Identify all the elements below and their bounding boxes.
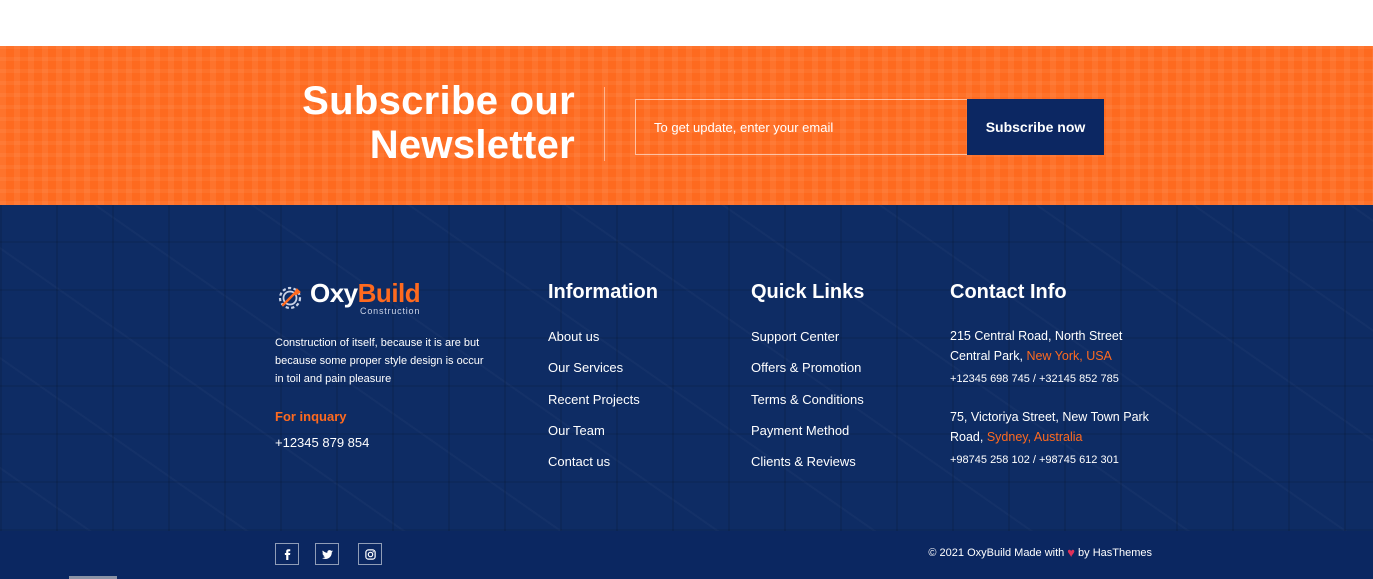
footer-link-label[interactable]: Payment Method <box>751 423 849 438</box>
instagram-glyph <box>364 548 376 560</box>
footer-link-terms-conditions[interactable]: Terms & Conditions <box>751 392 864 423</box>
quick-links-list: Support Center Offers & Promotion Terms … <box>751 329 864 485</box>
footer-brand: OxyBuild Construction <box>275 278 421 316</box>
address-city-highlight: Sydney, Australia <box>986 430 1083 444</box>
address-prefix: Road, <box>950 430 984 444</box>
newsletter-section: Subscribe our Newsletter Subscribe now <box>0 46 1373 205</box>
contact-address-sydney: 75, Victoriya Street, New Town Park Road… <box>950 407 1149 470</box>
footer-link-offers-promotion[interactable]: Offers & Promotion <box>751 360 864 391</box>
address-phones[interactable]: +12345 698 745 / +32145 852 785 <box>950 369 1122 389</box>
address-line: Central Park, New York, USA <box>950 346 1122 366</box>
footer-link-label[interactable]: Support Center <box>751 329 839 344</box>
address-city-highlight: New York, USA <box>1026 349 1112 363</box>
footer-link-label[interactable]: Contact us <box>548 454 610 469</box>
footer-link-clients-reviews[interactable]: Clients & Reviews <box>751 454 864 485</box>
copyright-suffix[interactable]: by HasThemes <box>1078 547 1152 559</box>
footer-link-recent-projects[interactable]: Recent Projects <box>548 392 640 423</box>
footer-link-label[interactable]: Clients & Reviews <box>751 454 856 469</box>
footer-link-contact-us[interactable]: Contact us <box>548 454 640 485</box>
address-phones[interactable]: +98745 258 102 / +98745 612 301 <box>950 450 1149 470</box>
inquiry-label: For inquary <box>275 409 347 424</box>
footer-link-label[interactable]: Our Team <box>548 423 605 438</box>
footer-link-label[interactable]: Recent Projects <box>548 392 640 407</box>
footer-link-about-us[interactable]: About us <box>548 329 640 360</box>
information-links: About us Our Services Recent Projects Ou… <box>548 329 640 485</box>
subscribe-button[interactable]: Subscribe now <box>967 99 1104 155</box>
heart-icon: ♥ <box>1067 545 1076 560</box>
address-line: Road, Sydney, Australia <box>950 427 1149 447</box>
address-line: 75, Victoriya Street, New Town Park <box>950 410 1149 424</box>
footer-link-our-team[interactable]: Our Team <box>548 423 640 454</box>
footer-link-support-center[interactable]: Support Center <box>751 329 864 360</box>
logo-subtitle: Construction <box>360 306 421 316</box>
gear-wrench-logo-icon <box>278 286 302 310</box>
twitter-icon[interactable] <box>315 543 339 565</box>
instagram-icon[interactable] <box>358 543 382 565</box>
footer-link-label[interactable]: Terms & Conditions <box>751 392 864 407</box>
newsletter-divider <box>604 87 605 161</box>
footer-link-label[interactable]: Offers & Promotion <box>751 360 861 375</box>
inquiry-phone[interactable]: +12345 879 854 <box>275 435 369 450</box>
logo-text-build: Build <box>357 278 421 308</box>
facebook-glyph <box>284 548 290 560</box>
site-footer: OxyBuild Construction Construction of it… <box>0 205 1373 579</box>
quick-links-title: Quick Links <box>751 281 865 303</box>
footer-link-payment-method[interactable]: Payment Method <box>751 423 864 454</box>
copyright-prefix: © 2021 OxyBuild Made with <box>928 546 1065 559</box>
footer-link-label[interactable]: Our Services <box>548 360 623 375</box>
address-line: 215 Central Road, North Street <box>950 329 1123 343</box>
address-prefix: Central Park, <box>950 349 1023 363</box>
contact-address-new-york: 215 Central Road, North Street Central P… <box>950 326 1122 389</box>
contact-info-title: Contact Info <box>950 281 1067 303</box>
footer-link-our-services[interactable]: Our Services <box>548 360 640 391</box>
facebook-icon[interactable] <box>275 543 299 565</box>
newsletter-title-line2: Newsletter <box>369 123 575 167</box>
footer-link-label[interactable]: About us <box>548 329 599 344</box>
footer-bottom-bar: © 2021 OxyBuild Made with ♥ by HasThemes <box>0 531 1373 579</box>
twitter-glyph <box>321 549 333 559</box>
brand-description: Construction of itself, because it is ar… <box>275 337 484 385</box>
newsletter-email-input[interactable] <box>635 99 967 155</box>
newsletter-title-line1: Subscribe our <box>302 79 575 123</box>
copyright-text: © 2021 OxyBuild Made with ♥ by HasThemes <box>928 545 1152 560</box>
information-title: Information <box>548 281 658 303</box>
logo-text-oxy: Oxy <box>310 278 358 308</box>
newsletter-title: Subscribe our Newsletter <box>255 79 575 167</box>
footer-logo[interactable]: OxyBuild Construction <box>275 278 421 316</box>
scaffolding-background <box>0 205 1373 579</box>
